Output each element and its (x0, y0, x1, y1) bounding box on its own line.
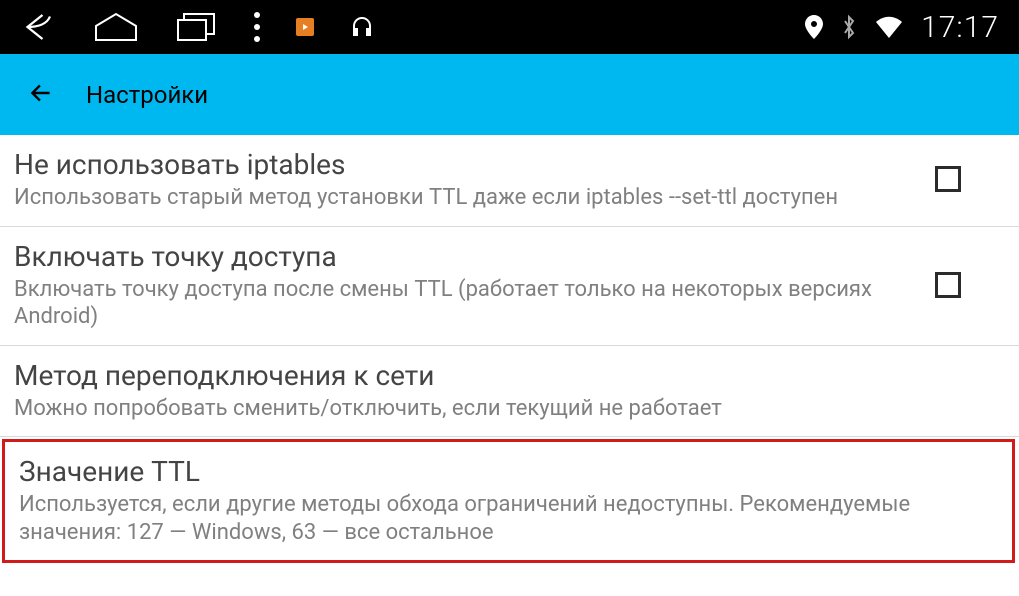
location-icon (805, 15, 823, 39)
setting-item-ttl-value[interactable]: Значение TTL Используется, если другие м… (5, 442, 1012, 560)
checkbox-hotspot[interactable] (935, 272, 961, 298)
headphones-icon (350, 15, 374, 39)
android-status-bar: 17:17 (0, 0, 1019, 54)
highlighted-setting-outline: Значение TTL Используется, если другие м… (2, 439, 1015, 563)
status-right-group: 17:17 (805, 10, 999, 45)
home-soft-key-icon[interactable] (92, 12, 140, 42)
bluetooth-icon (841, 14, 857, 40)
menu-overflow-icon[interactable] (254, 12, 260, 42)
back-soft-key-icon[interactable] (20, 9, 56, 45)
status-clock: 17:17 (921, 10, 999, 45)
item-title: Метод переподключения к сети (14, 358, 1005, 393)
item-title: Включать точку доступа (14, 239, 915, 274)
setting-item-hotspot[interactable]: Включать точку доступа Включать точку до… (0, 227, 1019, 346)
item-title: Значение TTL (19, 454, 998, 489)
setting-item-reconnect-method[interactable]: Метод переподключения к сети Можно попро… (0, 346, 1019, 438)
wifi-icon (875, 16, 903, 38)
back-button[interactable] (28, 80, 54, 110)
settings-list: Не использовать iptables Использовать ст… (0, 135, 1019, 563)
item-subtitle: Использовать старый метод установки TTL … (14, 184, 915, 212)
setting-item-iptables[interactable]: Не использовать iptables Использовать ст… (0, 135, 1019, 227)
item-title: Не использовать iptables (14, 147, 915, 182)
item-subtitle: Используется, если другие методы обхода … (19, 491, 998, 546)
status-left-group (20, 9, 374, 45)
item-subtitle: Включать точку доступа после смены TTL (… (14, 276, 915, 331)
recent-apps-soft-key-icon[interactable] (176, 12, 218, 42)
item-subtitle: Можно попробовать сменить/отключить, есл… (14, 395, 1005, 423)
media-app-icon (296, 18, 314, 36)
page-title: Настройки (86, 81, 208, 109)
checkbox-iptables[interactable] (935, 166, 961, 192)
app-bar: Настройки (0, 54, 1019, 135)
